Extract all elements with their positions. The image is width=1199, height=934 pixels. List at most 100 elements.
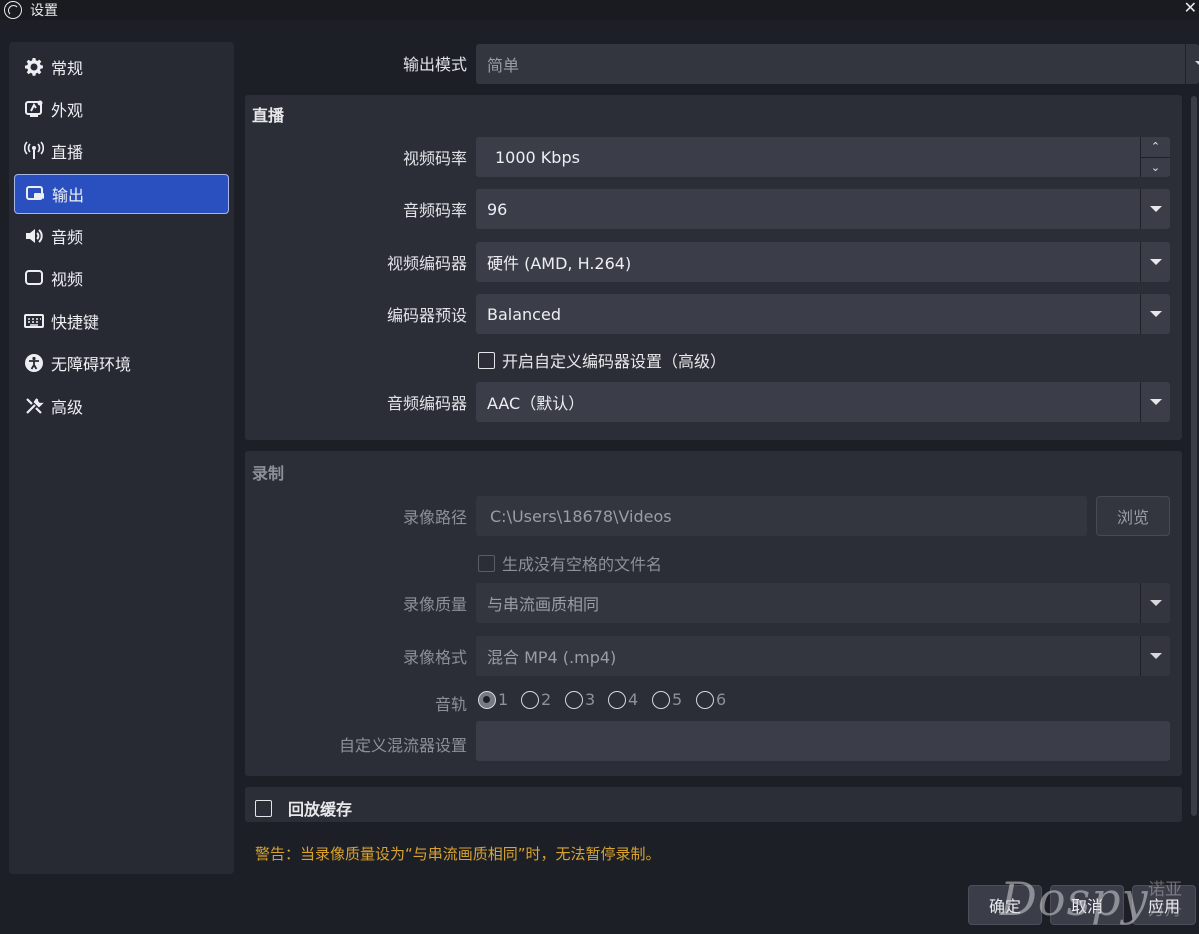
video-bitrate-label: 视频码率: [402, 149, 467, 168]
sidebar-item-advanced[interactable]: 高级: [14, 386, 229, 426]
chevron-up-icon[interactable]: ⌃: [1141, 137, 1170, 158]
radio-circle[interactable]: [478, 690, 496, 709]
recording-quality-select[interactable]: 与串流画质相同: [476, 583, 1170, 623]
audio-encoder-select[interactable]: AAC（默认）: [476, 382, 1170, 422]
track-label: 5: [672, 690, 683, 709]
encoder-preset-select[interactable]: Balanced: [476, 294, 1170, 334]
track-radio-4[interactable]: 4: [608, 690, 638, 709]
obs-logo-icon: [4, 1, 22, 19]
title-bar: 设置 ✕: [0, 0, 1199, 20]
sidebar-item-video[interactable]: 视频: [14, 258, 229, 298]
keyboard-icon: [23, 310, 45, 332]
sidebar-item-label: 无障碍环境: [51, 355, 132, 374]
sidebar-item-label: 直播: [51, 143, 84, 162]
output-mode-select[interactable]: 简单: [476, 44, 1199, 84]
track-label: 2: [541, 690, 552, 709]
output-mode-label: 输出模式: [402, 55, 467, 74]
speaker-icon: [23, 225, 45, 247]
track-radio-6[interactable]: 6: [696, 690, 726, 709]
audio-bitrate-label: 音频码率: [402, 201, 467, 220]
monitor-icon: [23, 267, 45, 289]
chevron-down-icon[interactable]: ⌄: [1141, 158, 1170, 178]
radio-circle[interactable]: [696, 690, 714, 709]
sidebar-item-label: 视频: [51, 270, 84, 289]
replay-buffer-group: [245, 787, 1182, 822]
checkbox-box[interactable]: [478, 351, 495, 369]
sidebar-item-label: 常规: [51, 59, 84, 78]
browse-button[interactable]: 浏览: [1096, 496, 1170, 536]
replay-buffer-checkbox[interactable]: 回放缓存: [255, 796, 352, 820]
audio-encoder-value: AAC（默认）: [487, 394, 585, 413]
encoder-preset-value: Balanced: [487, 304, 561, 324]
no-space-filename-label: 生成没有空格的文件名: [502, 555, 663, 574]
recording-quality-value: 与串流画质相同: [487, 595, 600, 614]
track-label: 1: [498, 690, 509, 709]
tools-icon: [23, 395, 45, 417]
track-radio-5[interactable]: 5: [652, 690, 682, 709]
audio-bitrate-select[interactable]: 96: [476, 189, 1170, 229]
close-icon[interactable]: ✕: [1184, 0, 1197, 17]
output-mode-value: 简单: [487, 56, 520, 75]
sidebar-item-stream[interactable]: 直播: [14, 131, 229, 171]
sidebar-item-accessibility[interactable]: 无障碍环境: [14, 343, 229, 383]
custom-encoder-checkbox[interactable]: 开启自定义编码器设置（高级）: [478, 348, 726, 372]
sidebar-item-label: 高级: [51, 398, 84, 417]
dospy-watermark: Dospy: [1000, 872, 1149, 926]
encoder-preset-label: 编码器预设: [386, 306, 467, 325]
warning-text: 警告：当录像质量设为“与串流画质相同”时，无法暂停录制。: [255, 845, 661, 863]
audio-track-label: 音轨: [434, 695, 467, 714]
chevron-down-icon: [1140, 294, 1170, 334]
sidebar-item-audio[interactable]: 音频: [14, 216, 229, 256]
gear-icon: [23, 56, 45, 78]
video-bitrate-spinbox[interactable]: 1000 Kbps ⌃ ⌄: [476, 137, 1170, 177]
output-icon: [24, 183, 46, 205]
dospy-watermark-sub: 诺亚方舟: [1148, 880, 1182, 920]
settings-sidebar: 常规 外观 直播 输出 音频 视频 快捷键 无障碍环境 高级: [9, 42, 234, 874]
sidebar-item-general[interactable]: 常规: [14, 47, 229, 87]
radio-circle[interactable]: [608, 690, 626, 709]
track-label: 4: [628, 690, 639, 709]
chevron-down-icon: [1140, 242, 1170, 282]
track-radio-3[interactable]: 3: [565, 690, 595, 709]
track-radio-1[interactable]: 1: [478, 690, 508, 709]
chevron-down-icon: [1140, 382, 1170, 422]
appearance-icon: [23, 98, 45, 120]
recording-path-value: C:\Users\18678\Videos: [490, 506, 672, 526]
checkbox-box[interactable]: [478, 554, 495, 572]
chevron-down-icon: [1140, 583, 1170, 623]
streaming-group-title: 直播: [252, 106, 285, 125]
recording-group-title: 录制: [252, 464, 285, 483]
accessibility-icon: [23, 352, 45, 374]
sidebar-item-hotkeys[interactable]: 快捷键: [14, 301, 229, 341]
custom-muxer-label: 自定义混流器设置: [338, 736, 467, 755]
checkbox-box[interactable]: [255, 799, 272, 817]
video-encoder-value: 硬件 (AMD, H.264): [487, 254, 632, 273]
video-encoder-select[interactable]: 硬件 (AMD, H.264): [476, 242, 1170, 282]
sidebar-item-label: 外观: [51, 101, 84, 120]
track-label: 3: [585, 690, 596, 709]
radio-circle[interactable]: [565, 690, 583, 709]
antenna-icon: [23, 140, 45, 162]
chevron-down-icon: [1140, 189, 1170, 229]
sidebar-item-appearance[interactable]: 外观: [14, 89, 229, 129]
recording-quality-label: 录像质量: [402, 595, 467, 614]
audio-bitrate-value: 96: [487, 199, 508, 219]
recording-format-select[interactable]: 混合 MP4 (.mp4): [476, 636, 1170, 676]
track-radio-2[interactable]: 2: [521, 690, 551, 709]
sidebar-item-output[interactable]: 输出: [14, 174, 229, 214]
radio-circle[interactable]: [521, 690, 539, 709]
sidebar-item-label: 输出: [52, 186, 85, 205]
chevron-down-icon: [1140, 636, 1170, 676]
recording-format-value: 混合 MP4 (.mp4): [487, 648, 617, 667]
recording-path-input[interactable]: C:\Users\18678\Videos: [476, 496, 1087, 536]
no-space-filename-checkbox[interactable]: 生成没有空格的文件名: [478, 551, 662, 575]
scrollbar[interactable]: [1191, 96, 1197, 816]
custom-muxer-input[interactable]: [476, 721, 1170, 761]
recording-format-label: 录像格式: [402, 648, 467, 667]
radio-circle[interactable]: [652, 690, 670, 709]
chevron-down-icon: [1185, 44, 1199, 84]
sidebar-item-label: 音频: [51, 228, 84, 247]
audio-encoder-label: 音频编码器: [386, 394, 467, 413]
replay-buffer-label: 回放缓存: [288, 800, 353, 819]
custom-encoder-label: 开启自定义编码器设置（高级）: [502, 352, 727, 371]
